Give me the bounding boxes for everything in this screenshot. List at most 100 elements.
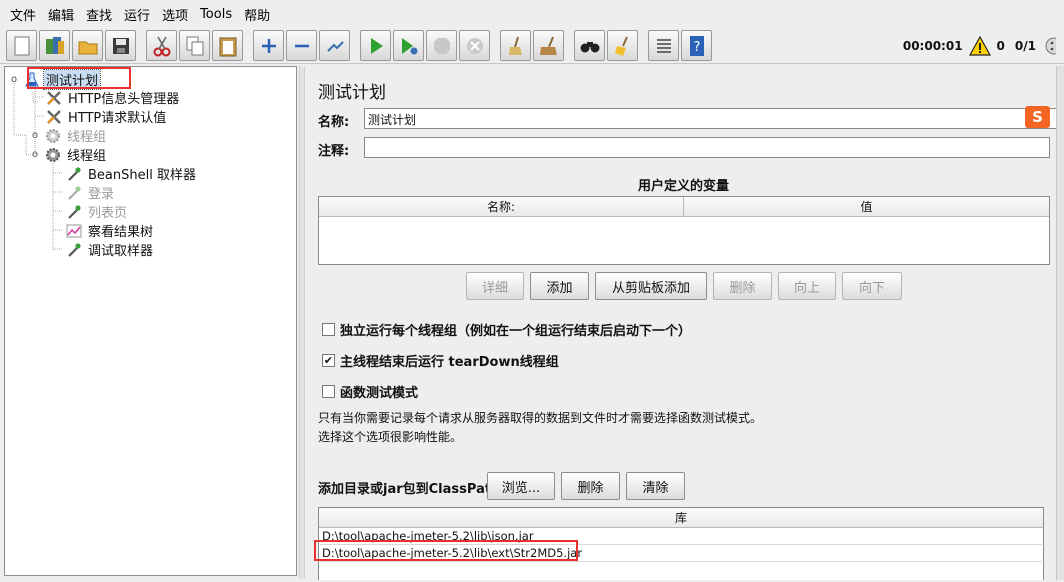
tree-item-label[interactable]: 线程组: [65, 145, 108, 164]
user-vars-table[interactable]: 名称: 值: [318, 196, 1050, 265]
tree-item-label[interactable]: 线程组: [65, 126, 108, 145]
tree-expand-handle-icon[interactable]: o: [29, 146, 41, 164]
menu-bar: 文件 编辑 查找 运行 选项 Tools 帮助: [0, 0, 1064, 28]
checkbox-label[interactable]: 主线程结束后运行 tearDown线程组: [340, 351, 559, 370]
tree-expand-handle-icon[interactable]: o: [8, 71, 20, 89]
tree-item-label[interactable]: 列表页: [86, 202, 129, 221]
new-button[interactable]: [6, 30, 37, 61]
add-from-clipboard-button[interactable]: 从剪贴板添加: [595, 272, 707, 300]
tree-item-beanshell-sampler[interactable]: BeanShell 取样器: [65, 164, 198, 183]
functional-mode-note-1: 只有当你需要记录每个请求从服务器取得的数据到文件时才需要选择函数测试模式。: [318, 411, 763, 425]
clear-all-button[interactable]: [533, 30, 564, 61]
scissors-icon: [153, 36, 170, 56]
list-icon: [656, 38, 671, 53]
cut-button[interactable]: [146, 30, 177, 61]
tree-item-debug-sampler[interactable]: 调试取样器: [65, 240, 155, 259]
classpath-table[interactable]: 库 D:\tool\apache-jmeter-5.2\lib\json.jar…: [318, 507, 1044, 580]
menu-run[interactable]: 运行: [118, 5, 156, 24]
warning-count: 0: [996, 39, 1005, 53]
move-down-button[interactable]: 向下: [842, 272, 902, 300]
tree-root-test-plan[interactable]: o 测试计划: [8, 69, 102, 90]
menu-file[interactable]: 文件: [4, 5, 42, 24]
paste-button[interactable]: [212, 30, 243, 61]
dropper-icon: [65, 184, 83, 202]
help-book-icon: ?: [689, 35, 704, 56]
open-button[interactable]: [72, 30, 103, 61]
classpath-label: 添加目录或jar包到ClassPath: [318, 482, 501, 497]
minus-icon: [294, 44, 309, 47]
dropper-icon: [65, 203, 83, 221]
classpath-row[interactable]: D:\tool\apache-jmeter-5.2\lib\json.jar: [320, 528, 1042, 545]
vertical-scrollbar[interactable]: [1056, 66, 1064, 580]
tree-node-label[interactable]: 测试计划: [42, 69, 102, 90]
test-plan-tree[interactable]: o 测试计划 HTTP信息头管理器 HTTP请求默认值 o 线程组 o 线程组 …: [4, 66, 297, 576]
functional-test-mode-checkbox[interactable]: 函数测试模式: [322, 382, 418, 401]
toolbar: ? 00:00:01 0 0/1: [0, 28, 1064, 64]
tree-item-view-results-tree[interactable]: 察看结果树: [65, 221, 155, 240]
help-button[interactable]: ?: [681, 30, 712, 61]
warning-icon[interactable]: [968, 36, 991, 56]
toolbar-status: 00:00:01 0 0/1: [903, 28, 1056, 64]
collapse-all-button[interactable]: [286, 30, 317, 61]
move-up-button[interactable]: 向上: [778, 272, 836, 300]
reset-search-button[interactable]: [607, 30, 638, 61]
toggle-button[interactable]: [319, 30, 350, 61]
tree-item-label[interactable]: BeanShell 取样器: [86, 164, 198, 183]
classpath-delete-button[interactable]: 删除: [561, 472, 620, 500]
folder-open-icon: [78, 41, 97, 54]
functional-mode-note-2: 选择这个选项很影响性能。: [318, 430, 463, 444]
tree-expand-handle-icon[interactable]: o: [29, 127, 41, 145]
checkbox-box-checked[interactable]: ✔: [322, 354, 335, 367]
remote-status-icon: [1045, 37, 1056, 55]
copy-icon: [186, 36, 203, 55]
checkbox-box[interactable]: [322, 385, 335, 398]
tree-item-label[interactable]: HTTP请求默认值: [66, 107, 168, 126]
checkbox-box[interactable]: [322, 323, 335, 336]
ime-indicator-icon[interactable]: S: [1025, 106, 1050, 128]
vars-col-value[interactable]: 值: [684, 197, 1049, 217]
serialize-thread-groups-checkbox[interactable]: 独立运行每个线程组（例如在一个组运行结束后启动下一个）: [322, 320, 691, 339]
menu-tools[interactable]: Tools: [194, 7, 238, 22]
vars-col-name[interactable]: 名称:: [319, 197, 684, 217]
tree-item-http-request-defaults[interactable]: HTTP请求默认值: [45, 107, 168, 126]
detail-button[interactable]: 详细: [466, 272, 524, 300]
copy-button[interactable]: [179, 30, 210, 61]
menu-edit[interactable]: 编辑: [42, 5, 80, 24]
checkbox-label[interactable]: 函数测试模式: [340, 382, 418, 401]
start-button[interactable]: [360, 30, 391, 61]
tree-item-label[interactable]: 调试取样器: [86, 240, 155, 259]
tree-item-login-sampler[interactable]: 登录: [65, 183, 116, 202]
add-button[interactable]: 添加: [530, 272, 589, 300]
tree-item-thread-group-disabled[interactable]: o 线程组: [29, 126, 108, 145]
tree-item-list-page-sampler[interactable]: 列表页: [65, 202, 129, 221]
menu-search[interactable]: 查找: [80, 5, 118, 24]
teardown-after-shutdown-checkbox[interactable]: ✔ 主线程结束后运行 tearDown线程组: [322, 351, 559, 370]
tree-item-label[interactable]: 登录: [86, 183, 116, 202]
chart-icon: [65, 222, 83, 240]
start-no-pauses-button[interactable]: [393, 30, 424, 61]
tree-item-http-header-manager[interactable]: HTTP信息头管理器: [45, 88, 181, 107]
comment-field[interactable]: [364, 137, 1050, 158]
checkbox-label[interactable]: 独立运行每个线程组（例如在一个组运行结束后启动下一个）: [340, 320, 691, 339]
tree-item-label[interactable]: HTTP信息头管理器: [66, 88, 181, 107]
elapsed-time: 00:00:01: [902, 39, 963, 53]
classpath-clear-button[interactable]: 清除: [626, 472, 685, 500]
tree-item-thread-group[interactable]: o 线程组: [29, 145, 108, 164]
clear-button[interactable]: [500, 30, 531, 61]
save-button[interactable]: [105, 30, 136, 61]
function-helper-button[interactable]: [648, 30, 679, 61]
browse-button[interactable]: 浏览...: [487, 472, 555, 500]
name-field[interactable]: 测试计划: [364, 108, 1058, 129]
classpath-row[interactable]: D:\tool\apache-jmeter-5.2\lib\ext\Str2MD…: [320, 545, 1042, 562]
delete-variable-button[interactable]: 删除: [713, 272, 772, 300]
menu-options[interactable]: 选项: [156, 5, 194, 24]
stop-button[interactable]: [426, 30, 457, 61]
library-column-header[interactable]: 库: [319, 508, 1043, 528]
expand-all-button[interactable]: [253, 30, 284, 61]
menu-help[interactable]: 帮助: [238, 5, 276, 24]
tree-item-label[interactable]: 察看结果树: [86, 221, 155, 240]
search-button[interactable]: [574, 30, 605, 61]
templates-button[interactable]: [39, 30, 70, 61]
split-pane-divider[interactable]: [299, 66, 305, 578]
shutdown-button[interactable]: [459, 30, 490, 61]
